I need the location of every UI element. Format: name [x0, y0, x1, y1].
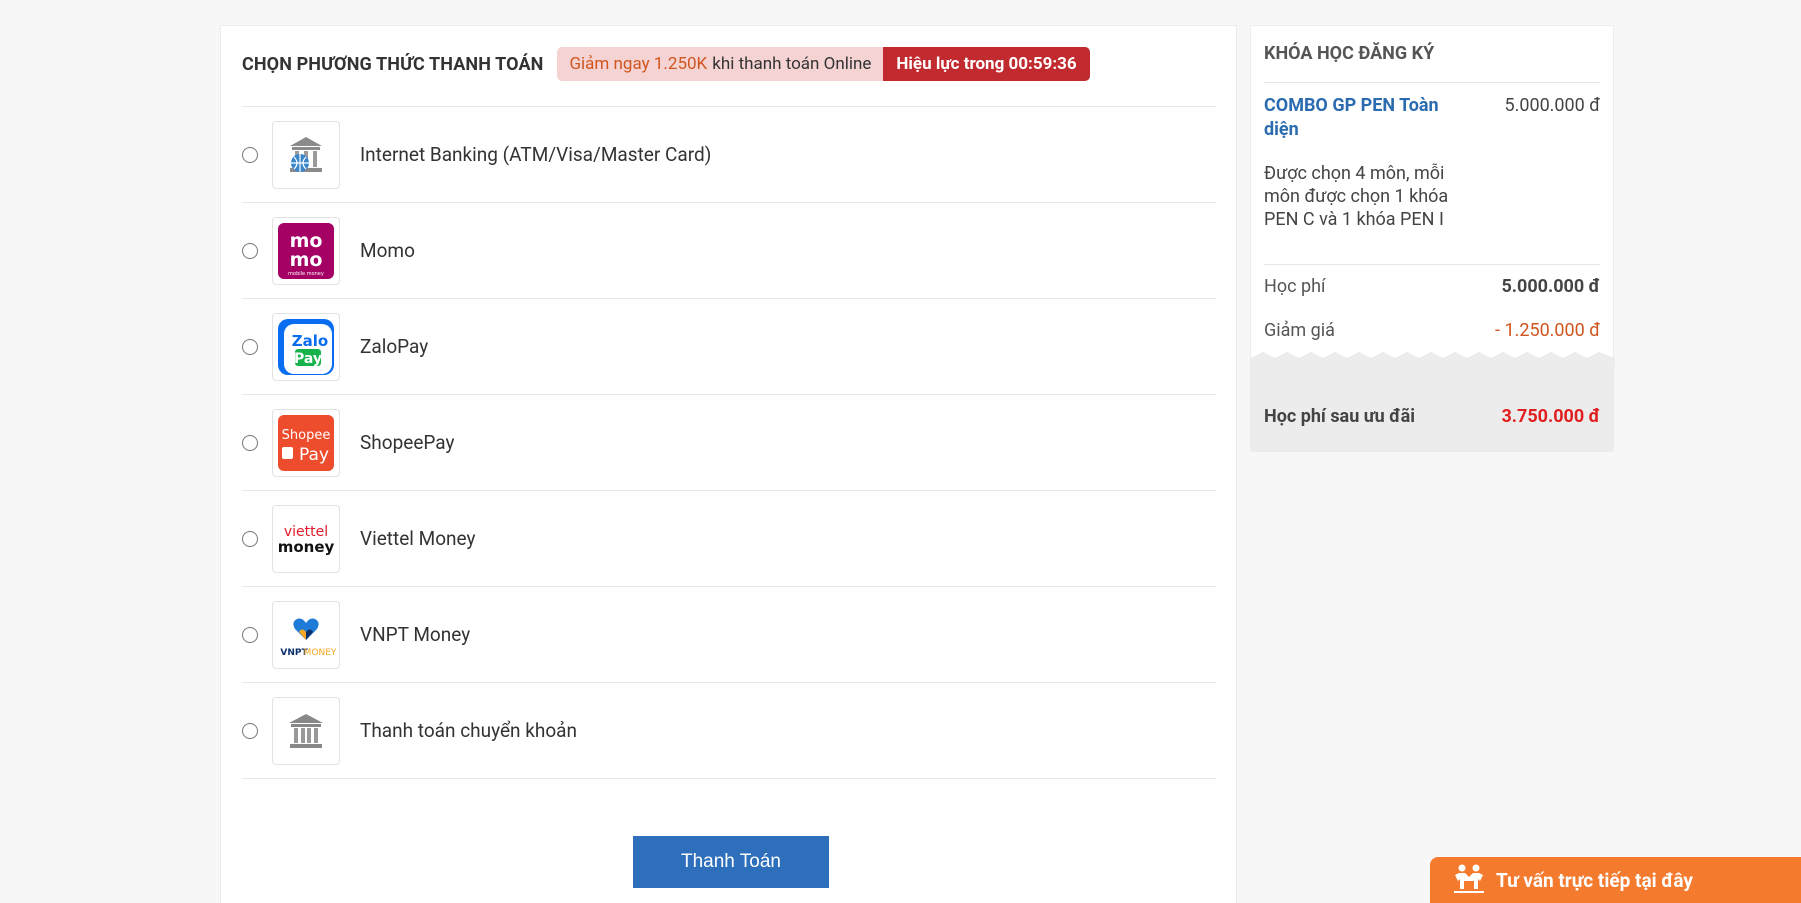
pay-button[interactable]: Thanh Toán	[633, 836, 829, 888]
payment-header: CHỌN PHƯƠNG THỨC THANH TOÁN Giảm ngay 1.…	[242, 47, 1090, 81]
discount-label: Giảm giá	[1264, 320, 1335, 341]
payment-title: CHỌN PHƯƠNG THỨC THANH TOÁN	[242, 53, 544, 75]
shopee-bottom-text: Pay	[299, 445, 329, 465]
live-chat-button[interactable]: Tư vấn trực tiếp tại đây	[1430, 857, 1801, 903]
course-name[interactable]: COMBO GP PEN Toàn diện	[1264, 94, 1464, 142]
momo-bottom-text: mo	[290, 249, 323, 271]
payment-method-shopeepay[interactable]: Shopee Pay ShopeePay	[242, 395, 1216, 491]
momo-sub-text: mobile money	[288, 271, 324, 277]
fee-label: Học phí	[1264, 276, 1326, 297]
chat-label: Tư vấn trực tiếp tại đây	[1496, 868, 1693, 892]
radio-viettel-money[interactable]	[242, 530, 258, 547]
divider	[1264, 264, 1600, 265]
order-summary-panel: KHÓA HỌC ĐĂNG KÝ COMBO GP PEN Toàn diện …	[1250, 25, 1615, 452]
payment-method-internet-banking[interactable]: Internet Banking (ATM/Visa/Master Card)	[242, 107, 1216, 203]
radio-vnpt-money[interactable]	[242, 626, 258, 643]
viettel-bottom-text: money	[278, 538, 335, 556]
method-label: Internet Banking (ATM/Visa/Master Card)	[360, 143, 712, 166]
divider	[1264, 82, 1600, 83]
people-icon	[1452, 861, 1486, 899]
payment-method-zalopay[interactable]: Zalo Pay ZaloPay	[242, 299, 1216, 395]
shopee-top-text: Shopee	[282, 428, 331, 443]
promo-text: khi thanh toán Online	[712, 54, 872, 74]
method-label: VNPT Money	[360, 623, 471, 646]
promo-banner: Giảm ngay 1.250K khi thanh toán Online H…	[557, 47, 1090, 81]
promo-amount: Giảm ngay 1.250K	[569, 54, 708, 74]
payment-method-bank-transfer[interactable]: Thanh toán chuyển khoản	[242, 683, 1216, 779]
course-price: 5.000.000 đ	[1504, 95, 1600, 116]
radio-bank-transfer[interactable]	[242, 722, 258, 739]
viettel-money-logo: viettel money	[272, 504, 340, 573]
summary-title: KHÓA HỌC ĐĂNG KÝ	[1264, 43, 1435, 64]
radio-zalopay[interactable]	[242, 338, 258, 355]
method-label: Viettel Money	[360, 527, 476, 550]
method-label: ShopeePay	[360, 431, 455, 454]
payment-methods-list: Internet Banking (ATM/Visa/Master Card) …	[242, 107, 1216, 779]
radio-shopeepay[interactable]	[242, 434, 258, 451]
zalo-bottom-text: Pay	[294, 351, 322, 367]
payment-method-panel: CHỌN PHƯƠNG THỨC THANH TOÁN Giảm ngay 1.…	[220, 25, 1237, 903]
total-section: Học phí sau ưu đãi 3.750.000 đ	[1251, 352, 1615, 452]
momo-logo: mo mo mobile money	[272, 216, 340, 285]
radio-momo[interactable]	[242, 242, 258, 259]
fee-value: 5.000.000 đ	[1501, 276, 1600, 297]
zalopay-logo: Zalo Pay	[272, 312, 340, 381]
radio-internet-banking[interactable]	[242, 146, 258, 163]
bank-icon	[272, 696, 340, 765]
payment-method-vnpt-money[interactable]: VNPT MONEY VNPT Money	[242, 587, 1216, 683]
vnpt-money-text: MONEY	[304, 648, 337, 658]
total-value: 3.750.000 đ	[1501, 406, 1600, 427]
payment-method-viettel-money[interactable]: viettel money Viettel Money	[242, 491, 1216, 587]
vnpt-money-logo: VNPT MONEY	[272, 600, 340, 669]
course-description: Được chọn 4 môn, mỗi môn được chọn 1 khó…	[1264, 163, 1449, 230]
zigzag-edge	[1251, 352, 1615, 367]
discount-value: - 1.250.000 đ	[1495, 320, 1600, 341]
payment-method-momo[interactable]: mo mo mobile money Momo	[242, 203, 1216, 299]
method-label: Thanh toán chuyển khoản	[360, 719, 578, 742]
method-label: Momo	[360, 239, 415, 262]
method-label: ZaloPay	[360, 335, 429, 358]
zalo-top-text: Zalo	[292, 332, 328, 350]
countdown-timer: Hiệu lực trong 00:59:36	[883, 47, 1090, 81]
shopeepay-logo: Shopee Pay	[272, 408, 340, 477]
promo-discount: Giảm ngay 1.250K khi thanh toán Online	[557, 47, 884, 81]
bank-globe-icon	[272, 120, 340, 189]
total-label: Học phí sau ưu đãi	[1264, 406, 1415, 427]
